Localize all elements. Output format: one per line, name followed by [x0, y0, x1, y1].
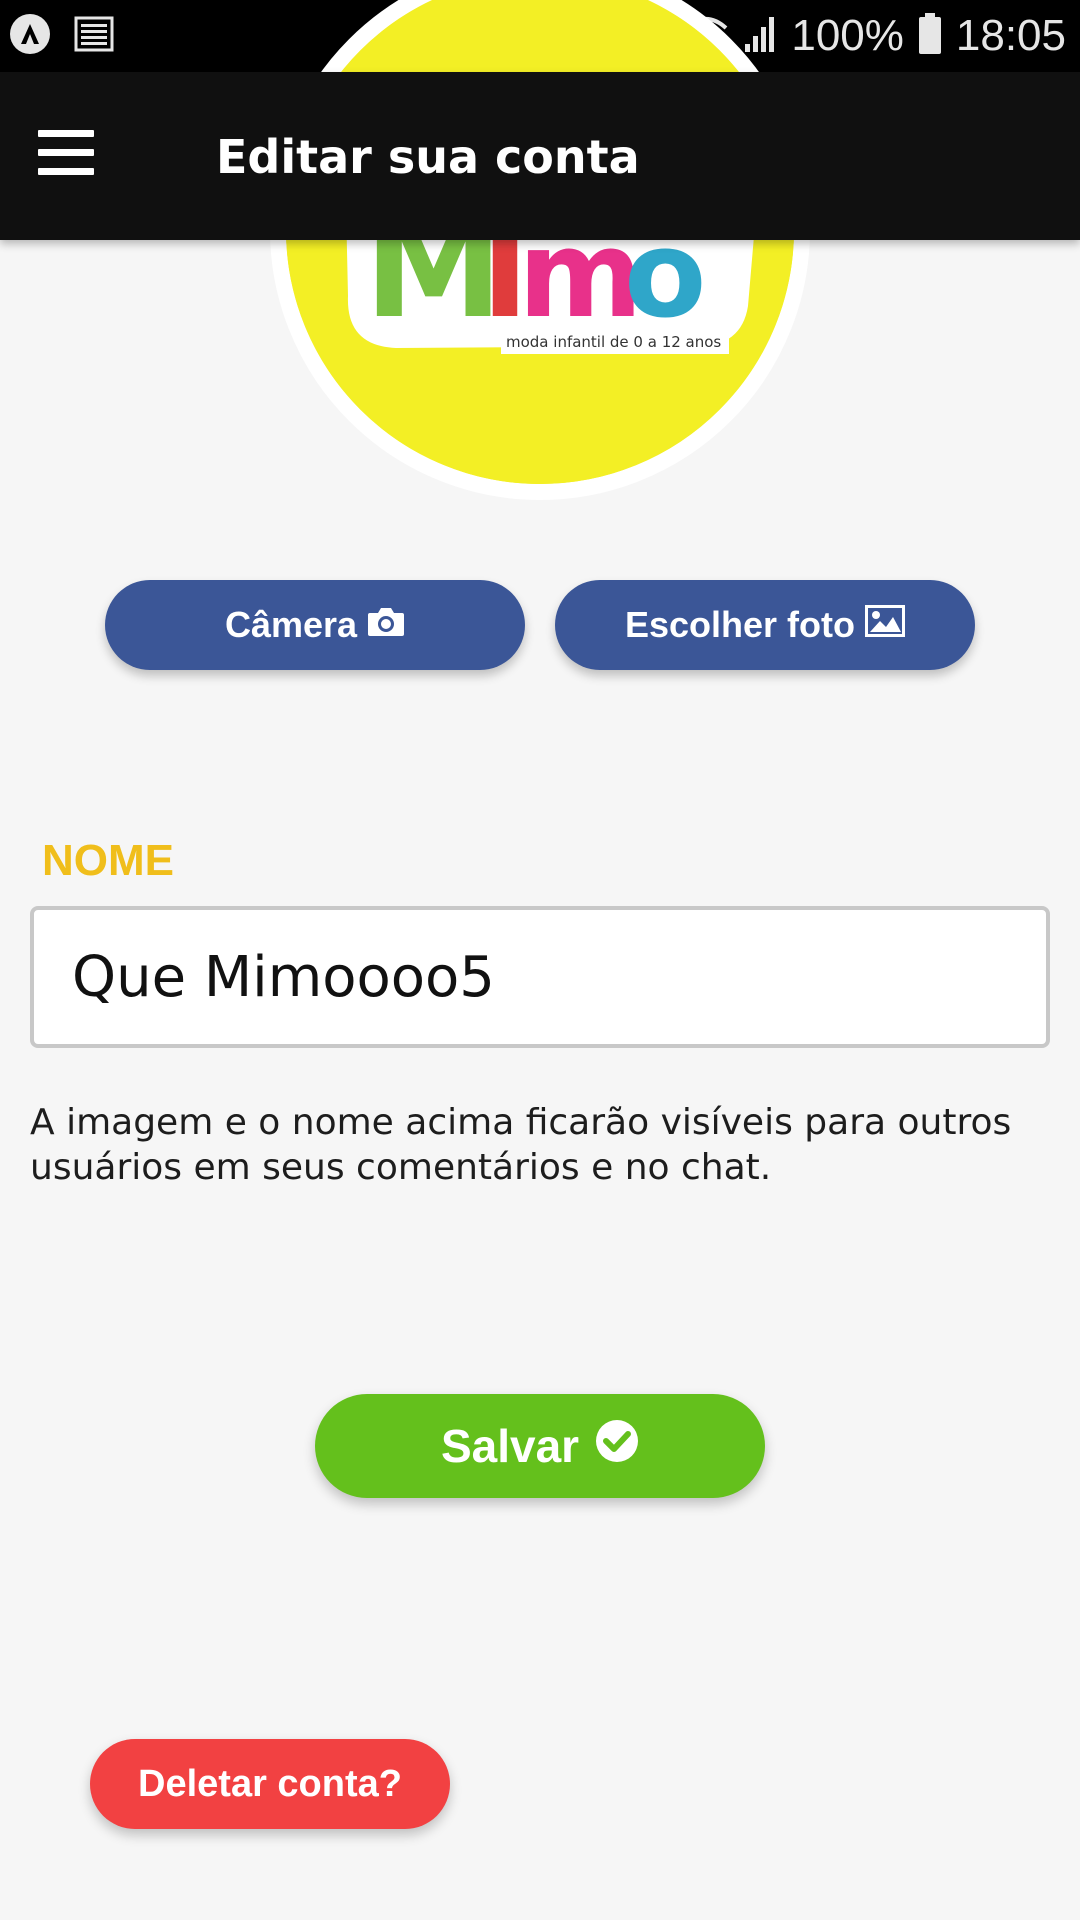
app-notification-icon [8, 12, 52, 61]
clock: 18:05 [955, 11, 1066, 60]
image-icon [865, 604, 906, 646]
name-input[interactable] [30, 906, 1050, 1048]
news-notification-icon [74, 16, 114, 57]
logo-tagline: moda infantil de 0 a 12 anos [506, 333, 721, 351]
status-notifications [8, 12, 114, 61]
visibility-info-text: A imagem e o nome acima ficarão visíveis… [30, 1102, 1012, 1188]
camera-button[interactable]: Câmera [105, 580, 525, 670]
signal-icon [743, 14, 777, 59]
battery-icon [918, 12, 942, 60]
name-label: NOME [42, 836, 174, 885]
save-button-label: Salvar [440, 1420, 580, 1472]
check-circle-icon [595, 1419, 639, 1474]
hamburger-menu-icon[interactable] [38, 130, 94, 182]
camera-button-label: Câmera [224, 604, 358, 645]
delete-account-button[interactable]: Deletar conta? [90, 1739, 450, 1829]
camera-icon [367, 604, 405, 646]
app-bar: Editar sua conta [0, 72, 1080, 240]
delete-account-button-label: Deletar conta? [138, 1762, 402, 1805]
choose-photo-button[interactable]: Escolher foto [555, 580, 975, 670]
battery-percentage: 100% [791, 11, 904, 60]
choose-photo-button-label: Escolher foto [624, 604, 856, 645]
page-title: Editar sua conta [216, 130, 640, 184]
save-button[interactable]: Salvar [315, 1394, 765, 1498]
